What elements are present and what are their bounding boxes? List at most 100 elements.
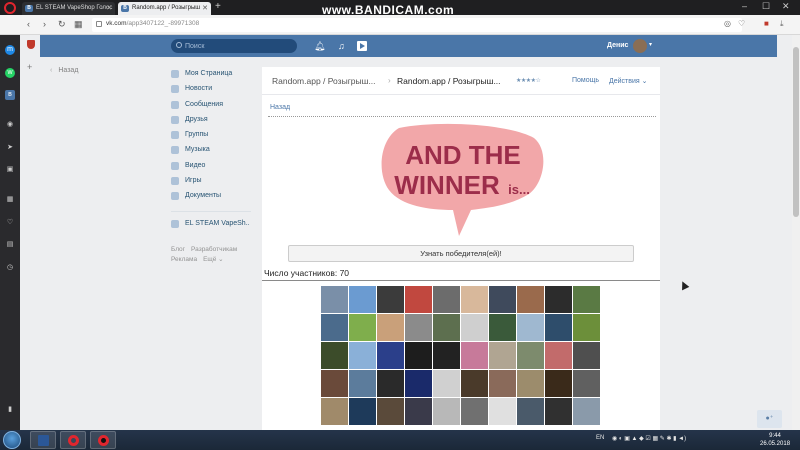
- participant-avatar[interactable]: [321, 314, 348, 341]
- participant-avatar[interactable]: [573, 342, 600, 369]
- participant-avatar[interactable]: [377, 370, 404, 397]
- menu-item-video[interactable]: Видео: [171, 160, 261, 175]
- friends-online-button[interactable]: ●⁺: [757, 410, 782, 428]
- participant-avatar[interactable]: [349, 398, 376, 425]
- participant-avatar[interactable]: [489, 370, 516, 397]
- tabs-grid-icon[interactable]: ▦: [74, 19, 83, 30]
- menu-item-games[interactable]: Игры: [171, 175, 261, 190]
- menu-item-friends[interactable]: Друзья: [171, 114, 261, 129]
- history-icon[interactable]: ◷: [5, 263, 15, 273]
- participant-avatar[interactable]: [405, 314, 432, 341]
- participant-avatar[interactable]: [545, 342, 572, 369]
- participant-avatar[interactable]: [517, 370, 544, 397]
- participant-avatar[interactable]: [545, 370, 572, 397]
- participant-avatar[interactable]: [489, 398, 516, 425]
- chevron-down-icon[interactable]: ▾: [649, 41, 652, 48]
- close-window-button[interactable]: ✕: [782, 1, 790, 12]
- participant-avatar[interactable]: [573, 286, 600, 313]
- news-icon[interactable]: ▤: [5, 240, 15, 250]
- participant-avatar[interactable]: [377, 286, 404, 313]
- participant-avatar[interactable]: [433, 370, 460, 397]
- menu-item-news[interactable]: Новости: [171, 83, 261, 98]
- tray-icons[interactable]: ◉ ◐ ▣ ▲ ◆ ☑ ▦ ✎ ✱ ▮ ◄): [612, 435, 686, 442]
- participant-avatar[interactable]: [573, 314, 600, 341]
- screenshot-icon[interactable]: ▣: [5, 165, 15, 175]
- participant-avatar[interactable]: [405, 370, 432, 397]
- participant-avatar[interactable]: [377, 342, 404, 369]
- menu-item-group-shortcut[interactable]: EL STEAM VapeSh..: [171, 218, 261, 233]
- participant-avatar[interactable]: [433, 342, 460, 369]
- participant-avatar[interactable]: [321, 370, 348, 397]
- participant-avatar[interactable]: [349, 286, 376, 313]
- participant-avatar[interactable]: [517, 342, 544, 369]
- camera-icon[interactable]: ◉: [5, 120, 15, 130]
- send-icon[interactable]: ➤: [5, 143, 15, 153]
- messenger-icon[interactable]: m: [5, 45, 15, 55]
- search-box[interactable]: [171, 39, 297, 53]
- rating-stars[interactable]: ★★★★☆: [516, 77, 541, 84]
- menu-item-my-page[interactable]: Моя Страница: [171, 68, 261, 83]
- taskbar-app-opera[interactable]: [60, 431, 86, 449]
- developers-link[interactable]: Разработчикам: [191, 246, 237, 253]
- opera-logo-icon[interactable]: [4, 2, 16, 14]
- participant-avatar[interactable]: [349, 370, 376, 397]
- scrollbar[interactable]: [792, 35, 800, 430]
- music-icon[interactable]: ♫: [338, 40, 345, 52]
- participant-avatar[interactable]: [489, 342, 516, 369]
- participant-avatar[interactable]: [433, 286, 460, 313]
- participant-avatar[interactable]: [433, 314, 460, 341]
- shield-icon[interactable]: [27, 40, 35, 49]
- participant-avatar[interactable]: [349, 342, 376, 369]
- participant-avatar[interactable]: [405, 398, 432, 425]
- user-name[interactable]: Денис: [607, 42, 628, 49]
- participant-avatar[interactable]: [349, 314, 376, 341]
- participant-avatar[interactable]: [573, 370, 600, 397]
- participant-avatar[interactable]: [545, 286, 572, 313]
- browser-tab-active[interactable]: В Random.app / Розыгрыш ✕: [118, 2, 211, 15]
- participant-avatar[interactable]: [517, 398, 544, 425]
- help-link[interactable]: Помощь: [572, 77, 599, 84]
- scroll-thumb[interactable]: [793, 47, 799, 217]
- play-icon[interactable]: [357, 41, 367, 51]
- clock[interactable]: 9:44 26.05.2018: [760, 432, 790, 448]
- new-tab-button[interactable]: +: [215, 1, 221, 12]
- download-icon[interactable]: ⤓: [780, 19, 784, 29]
- forward-arrow-icon[interactable]: ›: [43, 19, 46, 29]
- app-back-link[interactable]: Назад: [270, 104, 290, 111]
- close-tab-icon[interactable]: ✕: [202, 2, 208, 15]
- participant-avatar[interactable]: [461, 398, 488, 425]
- participant-avatar[interactable]: [461, 370, 488, 397]
- participant-avatar[interactable]: [405, 342, 432, 369]
- ads-link[interactable]: Реклама: [171, 256, 197, 263]
- participant-avatar[interactable]: [461, 286, 488, 313]
- whatsapp-icon[interactable]: w: [5, 68, 15, 78]
- heart-icon[interactable]: ♡: [5, 218, 15, 228]
- minimize-button[interactable]: –: [742, 1, 747, 11]
- extension-icon[interactable]: ■: [764, 19, 769, 28]
- participant-avatar[interactable]: [321, 342, 348, 369]
- participant-avatar[interactable]: [461, 314, 488, 341]
- url-field[interactable]: vk.com/app3407122_-89971308: [92, 18, 742, 32]
- taskbar-app-bandicam[interactable]: [90, 431, 116, 449]
- participant-avatar[interactable]: [573, 398, 600, 425]
- participant-avatar[interactable]: [489, 314, 516, 341]
- participant-avatar[interactable]: [517, 314, 544, 341]
- language-indicator[interactable]: EN: [596, 435, 604, 441]
- blog-link[interactable]: Блог: [171, 246, 185, 253]
- menu-item-documents[interactable]: Документы: [171, 190, 261, 205]
- maximize-button[interactable]: ☐: [762, 1, 770, 12]
- participant-avatar[interactable]: [377, 314, 404, 341]
- more-link[interactable]: Ещё ⌄: [203, 256, 224, 263]
- browser-tab[interactable]: В EL STEAM VapeShop Голос ✕: [22, 2, 115, 15]
- menu-item-music[interactable]: Музыка: [171, 144, 261, 159]
- find-winner-button[interactable]: Узнать победителя(ей)!: [288, 245, 634, 262]
- participant-avatar[interactable]: [517, 286, 544, 313]
- vpn-icon[interactable]: ◎: [724, 19, 731, 28]
- participant-avatar[interactable]: [321, 286, 348, 313]
- close-tab-icon[interactable]: ✕: [106, 2, 112, 15]
- breadcrumb-app[interactable]: Random.app / Розыгрыш...: [272, 76, 376, 86]
- taskbar-app-save[interactable]: [30, 431, 56, 449]
- participant-avatar[interactable]: [433, 398, 460, 425]
- back-link[interactable]: ‹ Назад: [50, 67, 78, 74]
- actions-dropdown[interactable]: Действия ⌄: [609, 77, 647, 85]
